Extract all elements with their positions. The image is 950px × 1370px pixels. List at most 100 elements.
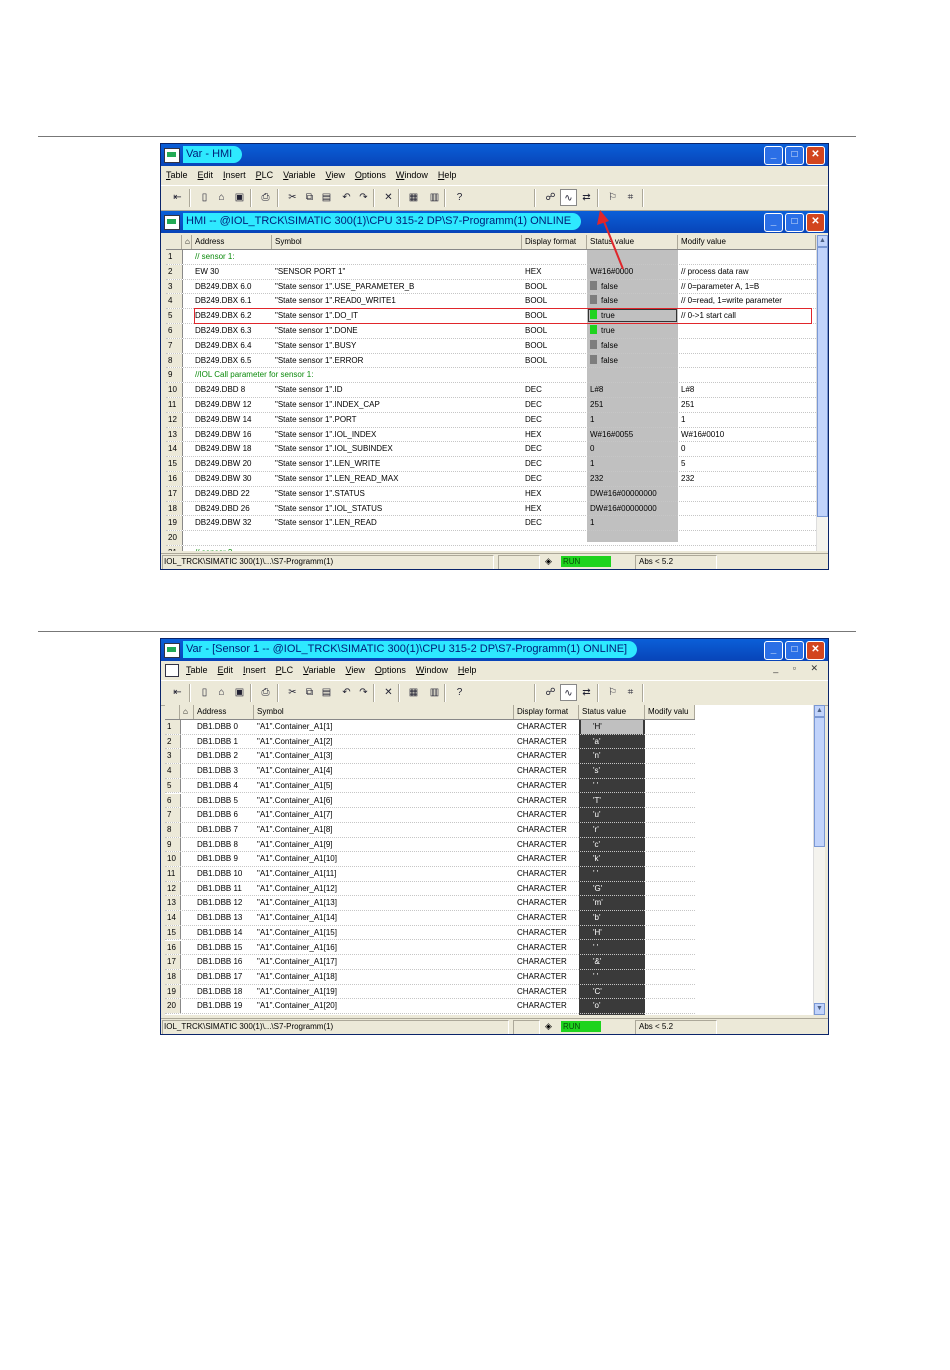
table-row[interactable]: 8 DB1.DBB 7 "A1".Container_A1[8] CHARACTER '…	[165, 822, 695, 838]
modify-value-cell[interactable]	[681, 516, 814, 530]
help-icon[interactable]: ?	[451, 189, 468, 206]
monitor-icon[interactable]: ▦	[405, 684, 422, 701]
display-format-cell[interactable]: CHARACTER	[517, 970, 577, 984]
table-row[interactable]: 9 //IOL Call parameter for sensor 1:	[166, 368, 816, 384]
table-row[interactable]: 4 DB1.DBB 3 "A1".Container_A1[4] CHARACTER '…	[165, 764, 695, 779]
table-row[interactable]: 8 DB249.DBX 6.5 "State sensor 1".ERROR BOOL…	[166, 353, 816, 369]
modify-value-cell[interactable]: 232	[681, 472, 814, 486]
display-format-cell[interactable]: HEX	[525, 487, 585, 501]
table-row[interactable]: 21 // sensor 2	[166, 546, 816, 551]
trigger-icon[interactable]: ⇄	[578, 189, 595, 206]
table-row[interactable]: 18 DB249.DBD 26 "State sensor 1".IOL_STATU…	[166, 501, 816, 517]
table-row[interactable]: 16 DB249.DBW 30 "State sensor 1".LEN_READ_…	[166, 472, 816, 487]
save-icon[interactable]: ▣	[231, 684, 248, 701]
table-row[interactable]: 14 DB1.DBB 13 "A1".Container_A1[14] CHARACT…	[165, 911, 695, 926]
menu-view[interactable]: View	[320, 170, 349, 180]
display-format-cell[interactable]: CHARACTER	[517, 911, 577, 925]
scroll-up-arrow-icon[interactable]: ▲	[814, 705, 825, 717]
display-format-cell[interactable]: CHARACTER	[517, 823, 577, 837]
scroll-down-arrow-icon[interactable]: ▼	[814, 1003, 825, 1015]
save-icon[interactable]: ▣	[231, 189, 248, 206]
table-row[interactable]: 3 DB249.DBX 6.0 "State sensor 1".USE_PARAM…	[166, 279, 816, 295]
maximize-button[interactable]: □	[785, 146, 804, 165]
table-row[interactable]: 12 DB249.DBW 14 "State sensor 1".PORT DEC 1 1	[166, 412, 816, 428]
print-icon[interactable]: ⎙	[257, 189, 274, 206]
menu-options[interactable]: Options	[370, 665, 411, 675]
table-row[interactable]: 11 DB249.DBW 12 "State sensor 1".INDEX_CAP…	[166, 398, 816, 413]
scroll-up-arrow-icon[interactable]: ▲	[817, 235, 828, 247]
menu-view[interactable]: View	[340, 665, 369, 675]
display-format-cell[interactable]: DEC	[525, 398, 585, 412]
table-row[interactable]: 7 DB249.DBX 6.4 "State sensor 1".BUSY BOOL f…	[166, 338, 816, 354]
mdi-window-controls[interactable]: _ ▫ ✕	[773, 663, 824, 674]
header-format[interactable]: Display format	[522, 235, 587, 249]
delete-icon[interactable]: ✕	[380, 684, 397, 701]
new-icon[interactable]: ▯	[196, 189, 213, 206]
modify-value-cell[interactable]	[681, 324, 814, 338]
menu-edit[interactable]: Edit	[213, 665, 239, 675]
menu-options[interactable]: Options	[350, 170, 391, 180]
open-icon[interactable]: ⌂	[213, 684, 230, 701]
cut-icon[interactable]: ✂	[284, 684, 301, 701]
table-row[interactable]: 2 DB1.DBB 1 "A1".Container_A1[2] CHARACTER '…	[165, 734, 695, 750]
scroll-thumb[interactable]	[814, 717, 825, 847]
table-row[interactable]: 10 DB1.DBB 9 "A1".Container_A1[10] CHARACTE…	[165, 852, 695, 867]
menu-plc[interactable]: PLC	[251, 170, 279, 180]
table-row[interactable]: 6 DB1.DBB 5 "A1".Container_A1[6] CHARACTER '…	[165, 793, 695, 809]
cut-icon[interactable]: ✂	[284, 189, 301, 206]
display-format-cell[interactable]: CHARACTER	[517, 779, 577, 793]
copy-icon[interactable]: ⧉	[301, 189, 318, 206]
paste-icon[interactable]: ▤	[318, 189, 335, 206]
header-symbol[interactable]: Symbol	[272, 235, 522, 249]
table-row[interactable]: 15 DB1.DBB 14 "A1".Container_A1[15] CHARACT…	[165, 925, 695, 941]
minimize-button[interactable]: _	[764, 641, 783, 660]
menu-variable[interactable]: Variable	[298, 665, 340, 675]
tag-icon[interactable]: ⌗	[622, 684, 639, 701]
table-row[interactable]: 10 DB249.DBD 8 "State sensor 1".ID DEC L#8 L#…	[166, 383, 816, 398]
maximize-button[interactable]: □	[785, 641, 804, 660]
insert-row-icon[interactable]: ⇤	[169, 684, 186, 701]
modify-value-cell[interactable]: W#16#0010	[681, 428, 814, 442]
menu-table[interactable]: Table	[161, 170, 193, 180]
table-row[interactable]: 12 DB1.DBB 11 "A1".Container_A1[12] CHARACT…	[165, 881, 695, 897]
window-titlebar[interactable]: Var - [Sensor 1 -- @IOL_TRCK\SIMATIC 300…	[161, 639, 828, 661]
table-row[interactable]: 14 DB249.DBW 18 "State sensor 1".IOL_SUBIN…	[166, 442, 816, 458]
display-format-cell[interactable]: DEC	[525, 457, 585, 471]
display-format-cell[interactable]: HEX	[525, 502, 585, 516]
menu-window[interactable]: Window	[391, 170, 433, 180]
glasses-icon[interactable]: ∿	[560, 189, 577, 206]
modify-value-cell[interactable]	[681, 502, 814, 516]
display-format-cell[interactable]: BOOL	[525, 354, 585, 368]
display-format-cell[interactable]: CHARACTER	[517, 838, 577, 852]
header-address[interactable]: Address	[192, 235, 272, 249]
menu-variable[interactable]: Variable	[278, 170, 320, 180]
force-icon[interactable]: ⚐	[604, 189, 621, 206]
header-modify[interactable]: Modify value	[678, 235, 816, 249]
menu-insert[interactable]: Insert	[238, 665, 271, 675]
menu-help[interactable]: Help	[453, 665, 482, 675]
modify-value-cell[interactable]	[681, 354, 814, 368]
close-button[interactable]: ✕	[806, 146, 825, 165]
table-row[interactable]: 20	[166, 531, 816, 546]
child-maximize-button[interactable]: □	[785, 213, 804, 232]
display-format-cell[interactable]: DEC	[525, 383, 585, 397]
table-row[interactable]: 4 DB249.DBX 6.1 "State sensor 1".READ0_WRI…	[166, 294, 816, 310]
table-row[interactable]: 17 DB249.DBD 22 "State sensor 1".STATUS HEX…	[166, 486, 816, 502]
modify-value-cell[interactable]: // 0=read, 1=write parameter	[681, 294, 814, 308]
display-format-cell[interactable]: BOOL	[525, 339, 585, 353]
undo-icon[interactable]: ↶	[338, 189, 355, 206]
display-format-cell[interactable]: DEC	[525, 472, 585, 486]
table-row[interactable]: 11 DB1.DBB 10 "A1".Container_A1[11] CHARACT…	[165, 867, 695, 882]
display-format-cell[interactable]: CHARACTER	[517, 955, 577, 969]
modify-value-cell[interactable]: // process data raw	[681, 265, 814, 279]
redo-icon[interactable]: ↷	[355, 189, 372, 206]
table-row[interactable]: 9 DB1.DBB 8 "A1".Container_A1[9] CHARACTER '…	[165, 837, 695, 853]
watch-icon[interactable]: ☍	[542, 684, 559, 701]
child-window-titlebar[interactable]: HMI -- @IOL_TRCK\SIMATIC 300(1)\CPU 315-…	[161, 211, 828, 233]
vertical-scrollbar[interactable]: ▲ ▼	[813, 705, 825, 1015]
menu-table[interactable]: Table	[181, 665, 213, 675]
display-format-cell[interactable]: CHARACTER	[517, 896, 577, 910]
display-format-cell[interactable]: BOOL	[525, 280, 585, 294]
table-row[interactable]: 13 DB249.DBW 16 "State sensor 1".IOL_INDEX…	[166, 427, 816, 443]
display-format-cell[interactable]: DEC	[525, 442, 585, 456]
